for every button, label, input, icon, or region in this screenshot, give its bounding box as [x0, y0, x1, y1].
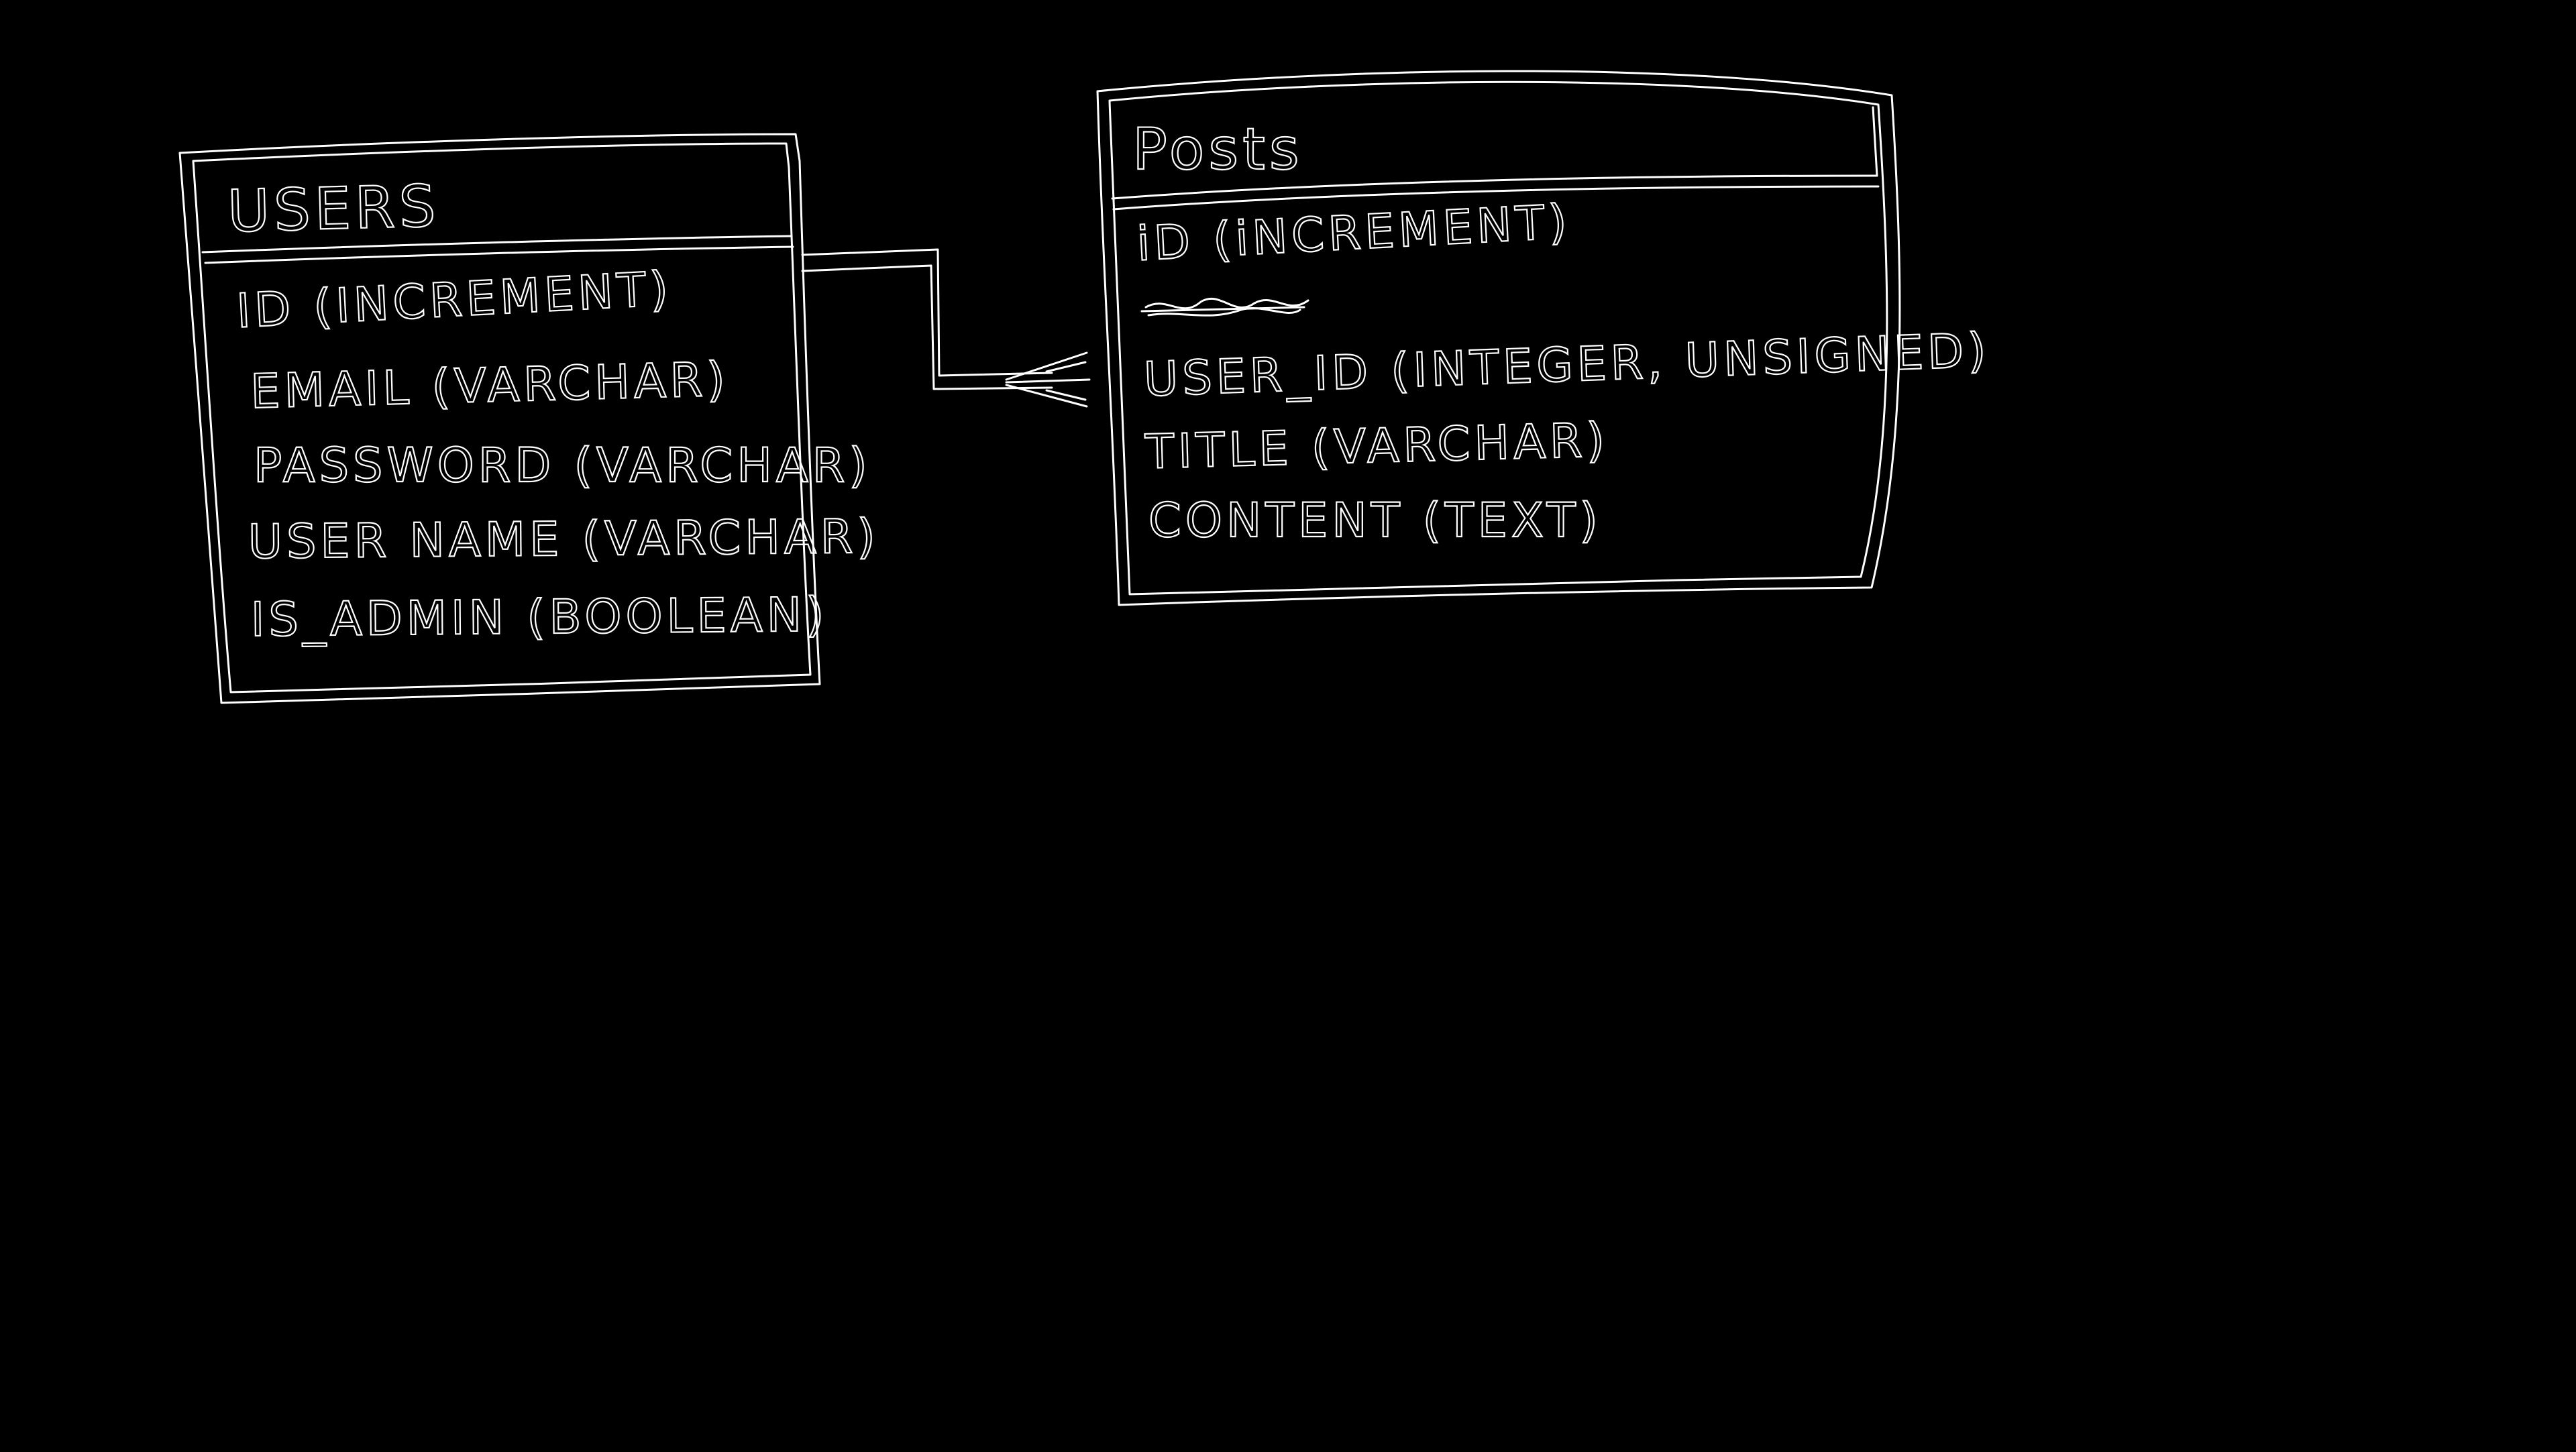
posts-table: Posts iD (iNCREMENT) USER_ID (INTEGER, U…	[1096, 70, 1992, 606]
relationship-line-inner	[801, 264, 1053, 390]
users-field-1: ID (INCREMENT)	[235, 261, 674, 339]
er-diagram: USERS ID (INCREMENT) EMAIL (VARCHAR) PAS…	[178, 70, 1992, 704]
users-table: USERS ID (INCREMENT) EMAIL (VARCHAR) PAS…	[178, 133, 880, 704]
posts-field-1: iD (iNCREMENT)	[1136, 194, 1572, 272]
users-table-title: USERS	[227, 173, 441, 245]
relationship-connector	[801, 248, 1091, 408]
crossed-out-field	[1140, 297, 1309, 317]
diagram-canvas: USERS ID (INCREMENT) EMAIL (VARCHAR) PAS…	[0, 0, 2576, 1449]
posts-field-4: CONTENT (TEXT)	[1148, 493, 1602, 548]
users-field-2: EMAIL (VARCHAR)	[250, 351, 729, 419]
posts-header-right-edge	[1872, 106, 1878, 177]
posts-field-2: USER_ID (INTEGER, UNSIGNED)	[1143, 323, 1991, 407]
users-field-3: PASSWORD (VARCHAR)	[254, 438, 871, 493]
posts-field-3: TITLE (VARCHAR)	[1144, 412, 1609, 480]
posts-table-title: Posts	[1132, 116, 1303, 183]
strike-line	[1140, 306, 1305, 313]
users-field-5: IS_ADMIN (BOOLEAN)	[250, 587, 828, 647]
users-field-4: USER NAME (VARCHAR)	[248, 509, 879, 569]
